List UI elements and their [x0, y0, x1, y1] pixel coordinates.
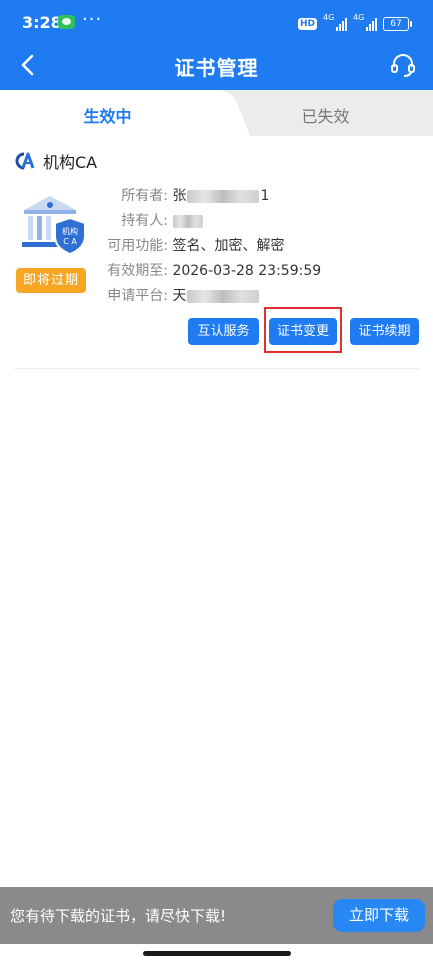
- more-notifications-icon: ···: [82, 9, 103, 30]
- owner-value: 张1: [172, 188, 270, 204]
- holder-row: 持有人:: [96, 211, 204, 231]
- platform-row: 申请平台: 天: [96, 286, 260, 306]
- svg-text:C A: C A: [63, 237, 77, 246]
- expiring-soon-badge: 即将过期: [16, 268, 86, 293]
- status-time: 3:28: [22, 13, 62, 32]
- functions-row: 可用功能: 签名、加密、解密: [96, 236, 284, 256]
- signal-label: 4G: [323, 13, 335, 22]
- functions-value: 签名、加密、解密: [172, 238, 285, 254]
- svg-text:机构: 机构: [62, 226, 78, 236]
- institution-certificate-icon: 机构 C A: [18, 190, 88, 258]
- mutual-recognition-button[interactable]: 互认服务: [188, 318, 259, 345]
- holder-label: 持有人:: [121, 213, 168, 229]
- tab-expired[interactable]: 已失效: [218, 103, 433, 127]
- owner-row: 所有者: 张1: [96, 186, 269, 206]
- signal-label: 4G: [353, 13, 365, 22]
- highlight-box: [264, 307, 342, 353]
- download-reminder-bar: 您有待下载的证书，请尽快下载! 立即下载: [0, 887, 433, 944]
- divider: [14, 368, 419, 369]
- ca-logo-icon: [15, 152, 35, 170]
- status-bar: 3:28 ··· HD 4G 4G 67: [0, 0, 433, 48]
- page-title: 证书管理: [174, 56, 259, 80]
- battery-icon: 67: [383, 17, 412, 31]
- customer-service-button[interactable]: [389, 51, 417, 79]
- wechat-notification-icon: [58, 15, 75, 29]
- platform-value: 天: [172, 288, 260, 304]
- functions-label: 可用功能:: [107, 238, 168, 254]
- owner-label: 所有者:: [121, 188, 168, 204]
- platform-label: 申请平台:: [107, 288, 168, 304]
- certificate-renew-button[interactable]: 证书续期: [350, 318, 419, 345]
- signal-icon: 4G: [323, 13, 347, 31]
- app-header: 3:28 ··· HD 4G 4G 67 证书管理: [0, 0, 433, 90]
- status-indicators: HD 4G 4G 67: [297, 13, 412, 33]
- expiry-label: 有效期至:: [107, 263, 168, 279]
- section-header: 机构CA: [15, 150, 97, 172]
- tab-effective[interactable]: 生效中: [0, 103, 215, 127]
- section-title: 机构CA: [43, 153, 98, 172]
- home-indicator[interactable]: [143, 951, 291, 956]
- status-tabs: 生效中 已失效: [0, 90, 433, 136]
- download-reminder-text: 您有待下载的证书，请尽快下载!: [10, 907, 227, 925]
- hd-icon: HD: [297, 18, 317, 30]
- system-nav-bar: [0, 944, 433, 963]
- download-now-button[interactable]: 立即下载: [333, 899, 425, 932]
- expiry-value: 2026-03-28 23:59:59: [172, 263, 322, 279]
- signal-icon: 4G: [353, 13, 377, 31]
- holder-value: [172, 213, 204, 229]
- headset-icon: [391, 54, 415, 77]
- expiry-row: 有效期至: 2026-03-28 23:59:59: [96, 261, 321, 281]
